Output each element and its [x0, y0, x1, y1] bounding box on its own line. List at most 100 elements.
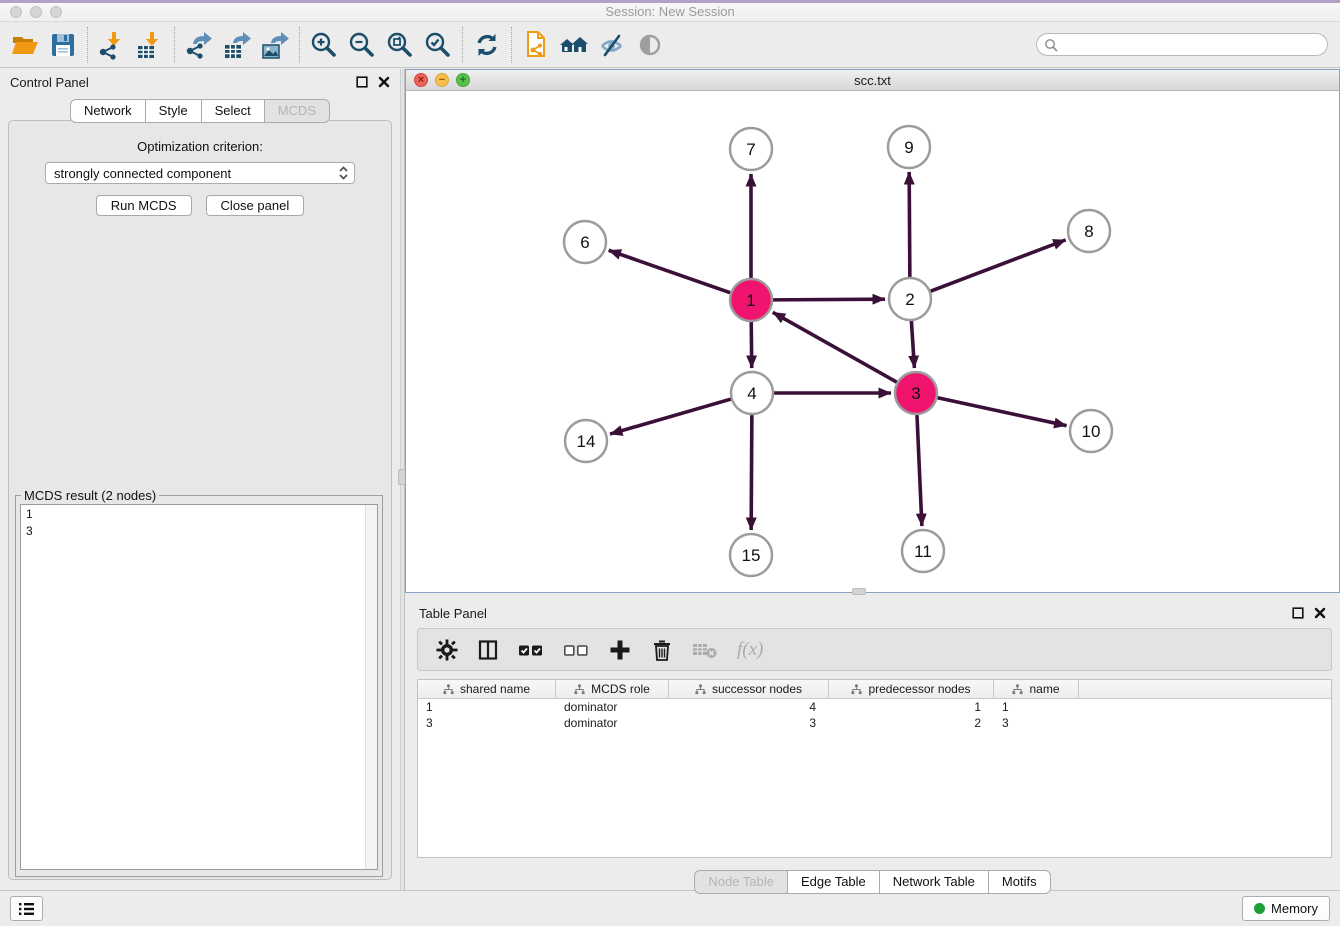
deselect-all-columns-icon[interactable] — [563, 639, 589, 661]
table-cell[interactable]: 2 — [829, 716, 994, 730]
search-field[interactable] — [1036, 33, 1328, 56]
zoom-in-button[interactable] — [305, 26, 343, 64]
minimize-window-button[interactable] — [30, 6, 42, 18]
graph-node-1[interactable]: 1 — [730, 279, 772, 321]
graph-node-8[interactable]: 8 — [1068, 210, 1110, 252]
mcds-result-text[interactable]: 1 3 — [20, 504, 378, 870]
control-panel: Control Panel Network Style Select MCDS … — [0, 69, 400, 893]
column-header[interactable]: predecessor nodes — [829, 680, 994, 698]
table-cell[interactable]: dominator — [556, 716, 669, 730]
tab-select[interactable]: Select — [201, 99, 264, 123]
zoom-out-icon — [347, 30, 377, 60]
optimization-criterion-select[interactable]: strongly connected component — [45, 162, 355, 184]
refresh-button[interactable] — [468, 26, 506, 64]
zoom-out-button[interactable] — [343, 26, 381, 64]
export-table-button[interactable] — [218, 26, 256, 64]
table-cell[interactable]: 3 — [994, 716, 1079, 730]
table-cell[interactable]: 1 — [418, 700, 556, 714]
tab-edge-table[interactable]: Edge Table — [787, 870, 879, 894]
show-details-button[interactable] — [631, 26, 669, 64]
window-controls — [10, 6, 62, 18]
column-header[interactable]: successor nodes — [669, 680, 829, 698]
table-row[interactable]: 3dominator323 — [418, 715, 1331, 731]
network-graph-canvas[interactable]: 7 9 6 8 1 2 4 3 14 10 15 11 — [406, 91, 1339, 592]
zoom-selected-button[interactable] — [419, 26, 457, 64]
save-session-button[interactable] — [44, 26, 82, 64]
import-network-button[interactable] — [93, 26, 131, 64]
table-cell[interactable]: 4 — [669, 700, 829, 714]
tab-network[interactable]: Network — [70, 99, 145, 123]
graph-node-15[interactable]: 15 — [730, 534, 772, 576]
mcds-scrollbar[interactable] — [365, 505, 377, 869]
table-row[interactable]: 1dominator411 — [418, 699, 1331, 715]
close-panel-button[interactable]: Close panel — [206, 195, 305, 216]
graph-node-4[interactable]: 4 — [731, 372, 773, 414]
show-columns-icon[interactable] — [477, 639, 499, 661]
titlebar: Session: New Session — [0, 3, 1340, 22]
task-history-button[interactable] — [10, 896, 43, 921]
float-panel-icon[interactable] — [1292, 607, 1304, 619]
import-table-button[interactable] — [131, 26, 169, 64]
table-settings-gear-icon[interactable] — [436, 639, 458, 661]
tab-node-table[interactable]: Node Table — [694, 870, 787, 894]
zoom-window-button[interactable] — [50, 6, 62, 18]
run-mcds-button[interactable]: Run MCDS — [96, 195, 192, 216]
column-header[interactable]: MCDS role — [556, 680, 669, 698]
column-tree-icon — [851, 684, 862, 695]
table-cell[interactable]: 3 — [418, 716, 556, 730]
graph-node-2[interactable]: 2 — [889, 278, 931, 320]
tab-mcds[interactable]: MCDS — [264, 99, 330, 123]
graph-edge-2-9[interactable] — [909, 172, 910, 278]
horizontal-splitter-handle[interactable] — [852, 588, 866, 595]
home-network-button[interactable] — [555, 26, 593, 64]
graph-node-7[interactable]: 7 — [730, 128, 772, 170]
column-header[interactable]: name — [994, 680, 1079, 698]
graph-edge-3-1[interactable] — [773, 312, 898, 382]
select-all-columns-icon[interactable] — [518, 639, 544, 661]
close-panel-icon[interactable] — [378, 76, 390, 88]
graph-node-label: 10 — [1082, 422, 1101, 441]
search-input[interactable] — [1059, 36, 1327, 54]
graph-node-9[interactable]: 9 — [888, 126, 930, 168]
graph-edge-3-11[interactable] — [917, 414, 922, 526]
table-cell[interactable]: 1 — [994, 700, 1079, 714]
zoom-fit-button[interactable] — [381, 26, 419, 64]
graph-node-6[interactable]: 6 — [564, 221, 606, 263]
graph-edge-3-10[interactable] — [937, 397, 1067, 425]
graph-edge-1-6[interactable] — [609, 250, 732, 293]
export-image-button[interactable] — [256, 26, 294, 64]
export-table-icon — [222, 30, 252, 60]
delete-table-icon[interactable] — [692, 640, 718, 660]
float-panel-icon[interactable] — [356, 76, 368, 88]
network-from-selection-button[interactable] — [517, 26, 555, 64]
tab-motifs[interactable]: Motifs — [988, 870, 1051, 894]
graph-node-3[interactable]: 3 — [895, 372, 937, 414]
tab-network-table[interactable]: Network Table — [879, 870, 988, 894]
open-session-button[interactable] — [6, 26, 44, 64]
hide-details-button[interactable] — [593, 26, 631, 64]
export-network-button[interactable] — [180, 26, 218, 64]
graph-node-11[interactable]: 11 — [902, 530, 944, 572]
add-column-icon[interactable] — [608, 638, 632, 662]
graph-edge-2-8[interactable] — [930, 240, 1066, 292]
graph-edge-1-2[interactable] — [772, 299, 885, 300]
close-panel-icon[interactable] — [1314, 607, 1326, 619]
eye-icon — [635, 30, 665, 60]
column-header[interactable]: shared name — [418, 680, 556, 698]
memory-status-dot — [1254, 903, 1265, 914]
table-panel-title: Table Panel — [419, 606, 1292, 621]
tab-style[interactable]: Style — [145, 99, 201, 123]
graph-edge-4-15[interactable] — [751, 414, 752, 530]
graph-node-10[interactable]: 10 — [1070, 410, 1112, 452]
table-cell[interactable]: 1 — [829, 700, 994, 714]
close-window-button[interactable] — [10, 6, 22, 18]
graph-node-label: 1 — [746, 291, 755, 310]
graph-edge-2-3[interactable] — [911, 320, 914, 368]
table-cell[interactable]: dominator — [556, 700, 669, 714]
graph-edge-1-4[interactable] — [751, 321, 752, 368]
table-cell[interactable]: 3 — [669, 716, 829, 730]
graph-node-14[interactable]: 14 — [565, 420, 607, 462]
memory-button[interactable]: Memory — [1242, 896, 1330, 921]
delete-column-trash-icon[interactable] — [651, 638, 673, 662]
graph-edge-4-14[interactable] — [610, 399, 732, 434]
